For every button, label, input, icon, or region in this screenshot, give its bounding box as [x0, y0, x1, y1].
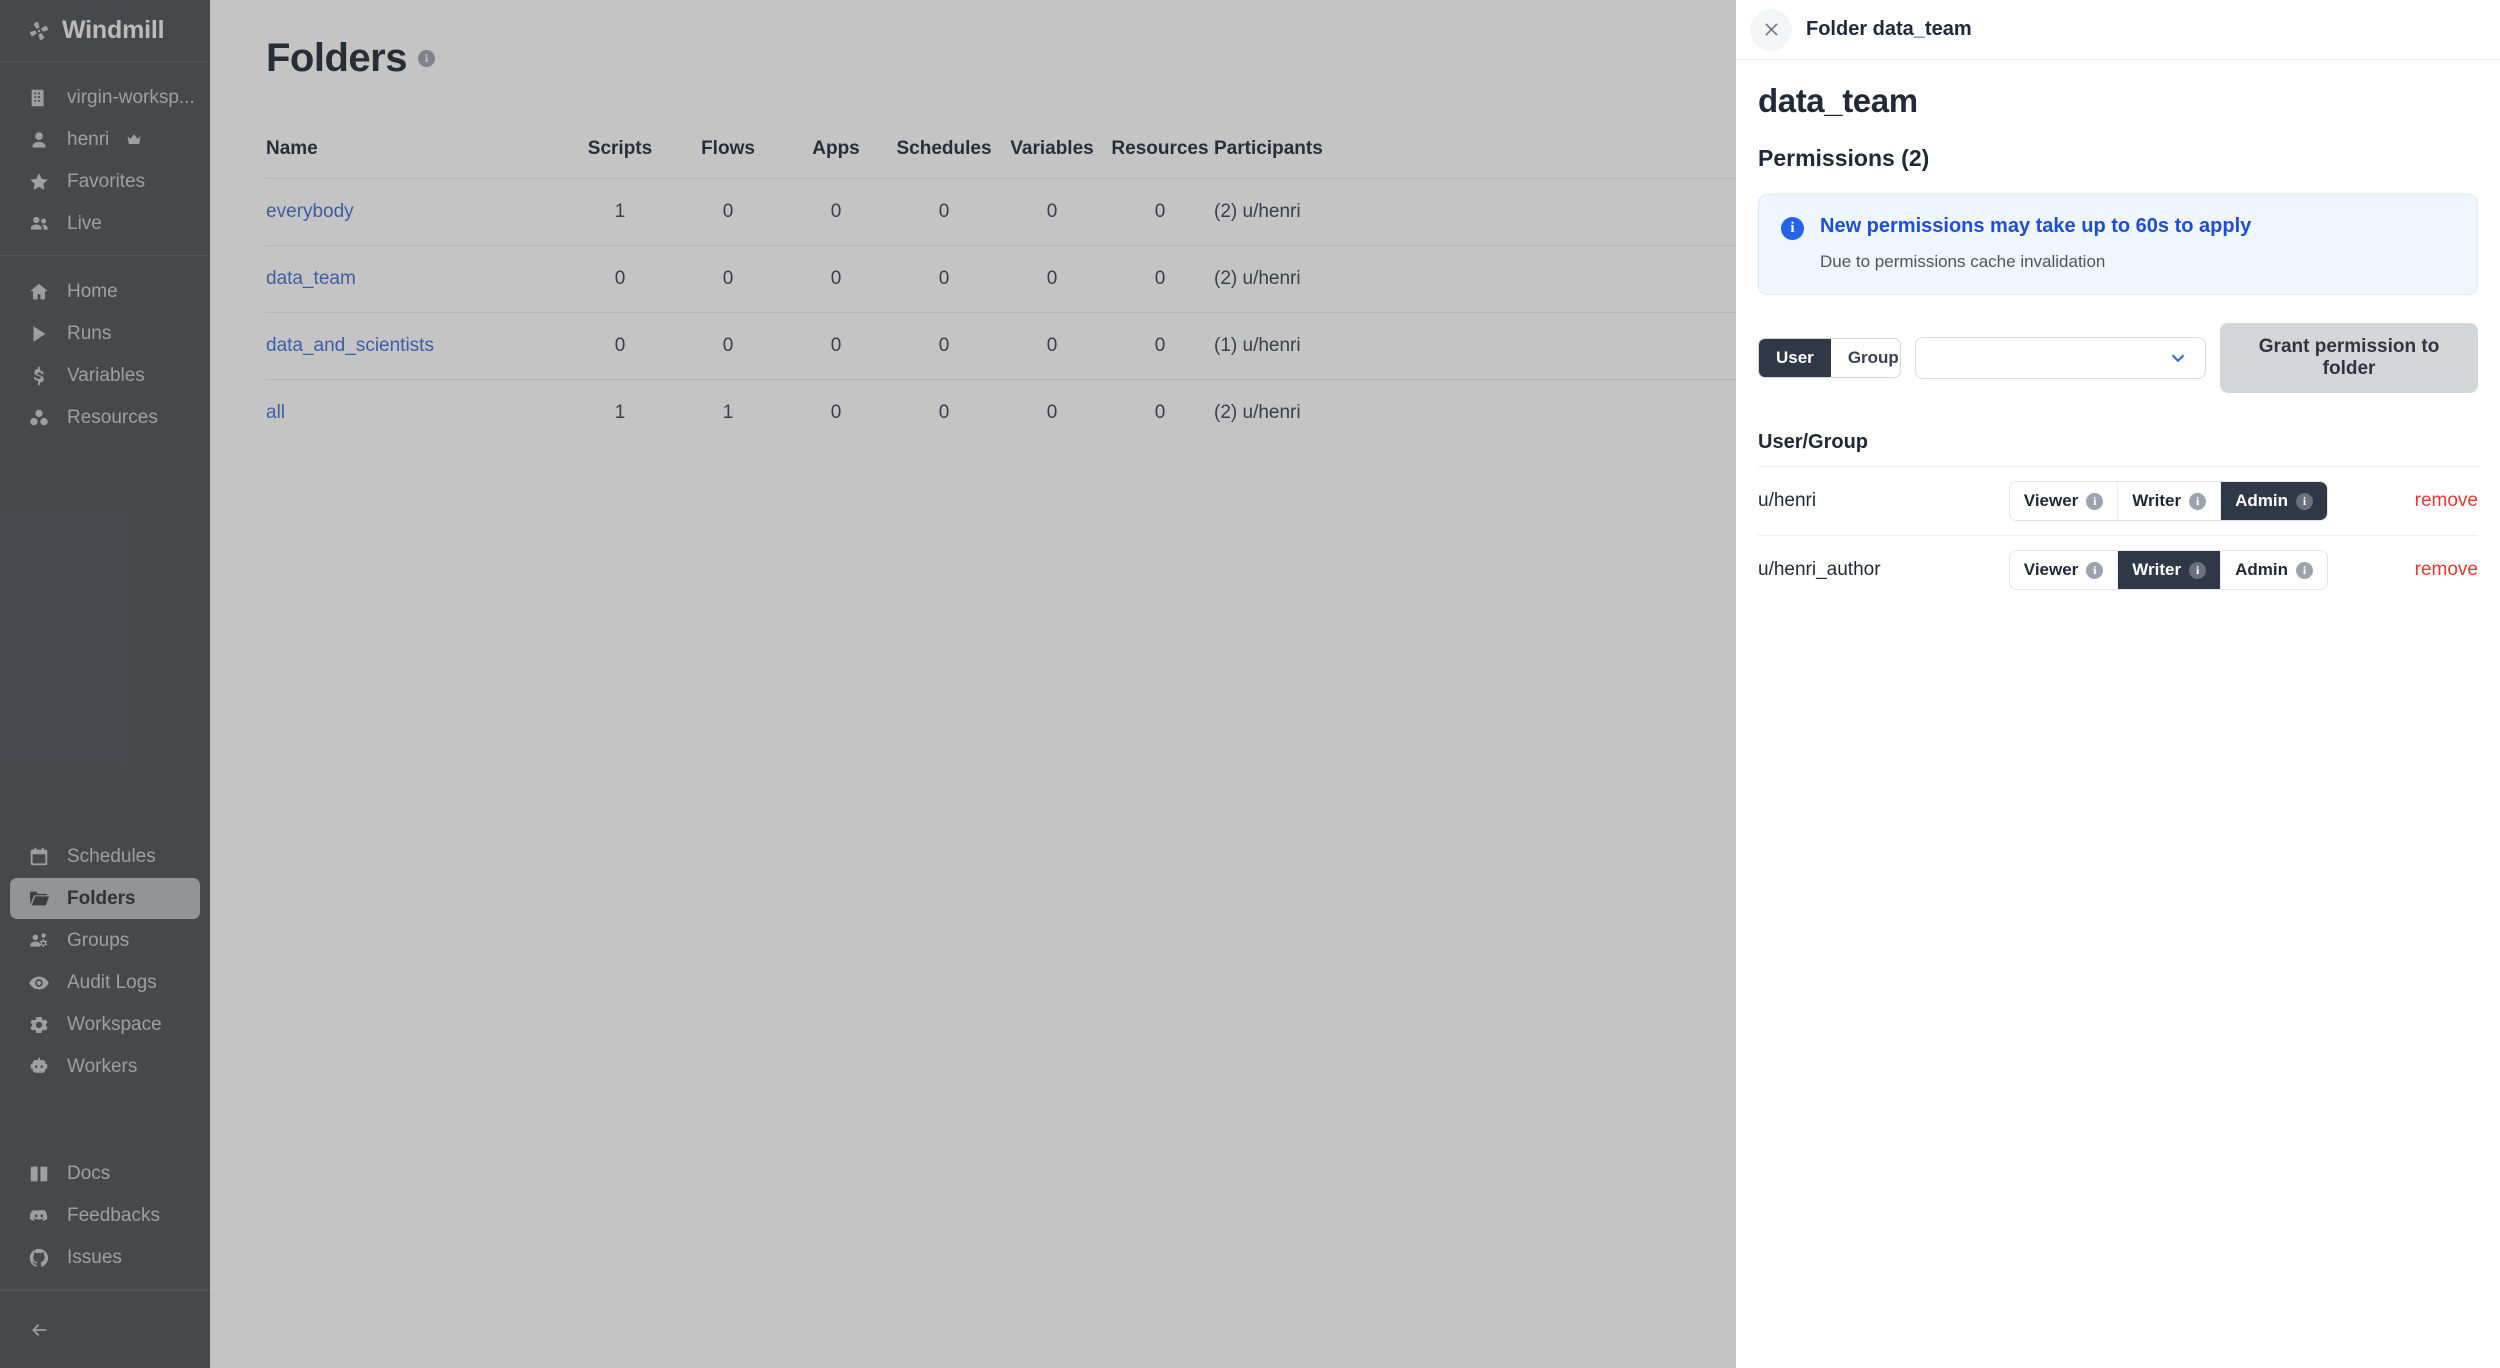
role-writer-button[interactable]: Writer i	[2118, 551, 2222, 589]
grant-permission-button[interactable]: Grant permission to folder	[2220, 323, 2478, 393]
alert-subtitle: Due to permissions cache invalidation	[1820, 252, 2106, 271]
permission-role-cell: Viewer i Writer i Admin i	[2008, 535, 2328, 604]
drawer-header: Folder data_team	[1736, 0, 2500, 60]
app-root: Windmill virgin-worksp... henri Favorite…	[0, 0, 2500, 1368]
permissions-table: u/henri Vieweri Writeri Admini remove	[1758, 466, 2478, 604]
user-group-toggle: User Group	[1758, 338, 1901, 378]
info-icon[interactable]: i	[2189, 561, 2207, 579]
remove-permission-button[interactable]: remove	[2415, 490, 2478, 512]
toggle-group[interactable]: Group	[1830, 339, 1900, 377]
folder-name-heading: data_team	[1758, 82, 1918, 119]
permission-role-cell: Viewer i Writer i Admin i	[2008, 466, 2328, 536]
permissions-info-alert: i New permissions may take up to 60s to …	[1758, 194, 2478, 295]
permissions-table-body: u/henri Vieweri Writeri Admini remove	[1758, 466, 2478, 604]
info-icon[interactable]: i	[2296, 492, 2313, 510]
permissions-heading: Permissions (2)	[1758, 145, 1930, 171]
drawer-header-title: Folder data_team	[1806, 18, 1972, 40]
permission-remove-cell: remove	[2328, 466, 2478, 536]
role-label: Admin	[2235, 491, 2288, 510]
drawer-body: data_team Permissions (2) i New permissi…	[1736, 60, 2500, 1368]
info-icon[interactable]: i	[2086, 561, 2104, 579]
alert-text: New permissions may take up to 60s to ap…	[1820, 215, 2251, 272]
close-icon[interactable]	[1750, 8, 1792, 51]
grant-permission-row: User Group Grant permission to folder	[1758, 323, 2478, 393]
permission-remove-cell: remove	[2328, 535, 2478, 604]
role-label: Viewer	[2023, 491, 2079, 510]
folder-detail-drawer: Folder data_team data_team Permissions (…	[1736, 0, 2500, 1368]
role-toggle-group: Viewer i Writer i Admin i	[2008, 481, 2328, 521]
user-select-input[interactable]	[1914, 337, 2207, 379]
alert-title: New permissions may take up to 60s to ap…	[1820, 215, 2252, 237]
permission-user-name: u/henri_author	[1758, 535, 2009, 604]
toggle-user[interactable]: User	[1759, 339, 1831, 377]
role-admin-button[interactable]: Admin i	[2221, 482, 2327, 520]
role-viewer-button[interactable]: Viewer i	[2009, 482, 2119, 520]
info-icon[interactable]: i	[2086, 492, 2104, 510]
info-icon: i	[1781, 217, 1804, 240]
table-row: u/henri Viewer i Writer i Admin i remove	[1758, 466, 2478, 536]
table-row: u/henri_author Viewer i Writer i Admin i re…	[1758, 535, 2478, 604]
role-viewer-button[interactable]: Viewer i	[2009, 551, 2119, 589]
info-icon[interactable]: i	[2189, 492, 2207, 510]
permission-user-name: u/henri	[1758, 466, 2009, 536]
role-label: Writer	[2132, 560, 2182, 579]
role-admin-button[interactable]: Admin i	[2221, 551, 2327, 589]
user-group-header: User/Group	[1758, 431, 1869, 453]
role-label: Admin	[2235, 560, 2288, 579]
info-icon[interactable]: i	[2296, 561, 2313, 579]
role-toggle-group: Viewer i Writer i Admin i	[2008, 550, 2328, 590]
remove-permission-button[interactable]: remove	[2415, 559, 2478, 581]
role-writer-button[interactable]: Writer i	[2118, 482, 2222, 520]
role-label: Writer	[2132, 491, 2182, 510]
role-label: Viewer	[2023, 560, 2079, 579]
chevron-down-icon	[2171, 354, 2185, 363]
